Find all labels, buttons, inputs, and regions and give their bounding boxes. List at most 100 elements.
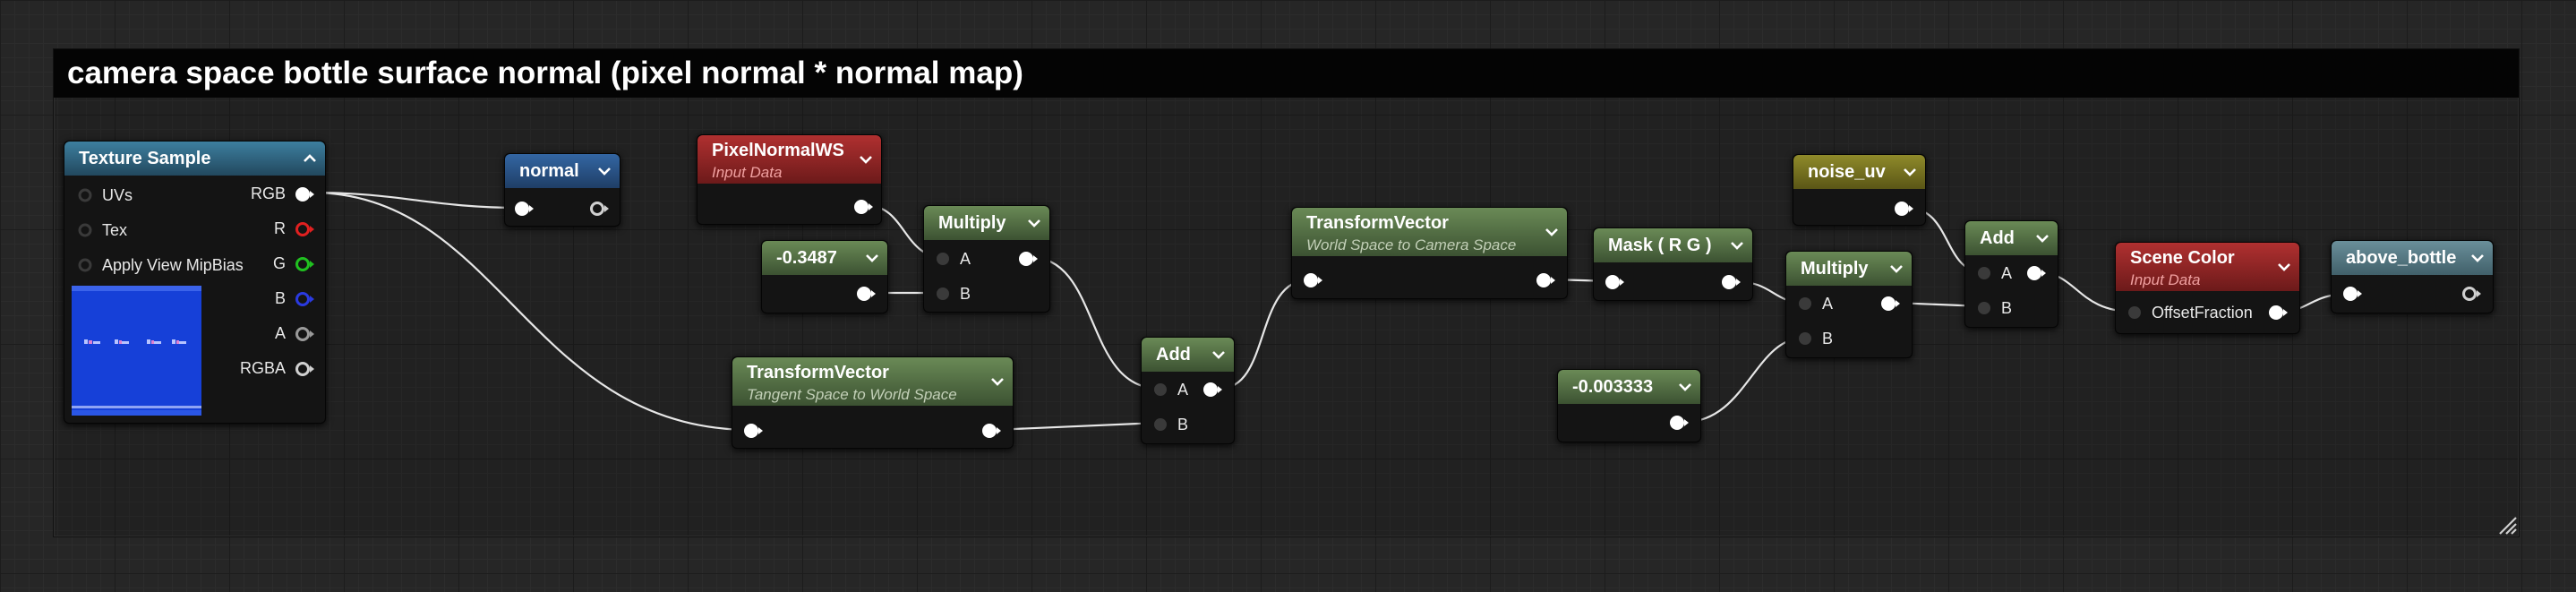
transform-camera-input-pin-icon[interactable] (1301, 270, 1324, 290)
rgba-output-label: RGBA (239, 359, 286, 377)
multiply-node[interactable]: Multiply A B (923, 205, 1050, 313)
normal-input-pin-icon[interactable] (512, 199, 535, 219)
texture-sample-header[interactable]: Texture Sample (64, 142, 325, 176)
pixel-normal-ws-header[interactable]: PixelNormalWS Input Data (697, 135, 881, 184)
normal-parameter-node[interactable]: normal (504, 153, 620, 227)
mask-output-pin-icon[interactable] (1719, 272, 1742, 292)
noise-uv-parameter-node[interactable]: noise_uv (1793, 154, 1926, 226)
component-mask-header[interactable]: Mask ( R G ) (1594, 228, 1752, 262)
pixel-normal-ws-subtitle: Input Data (712, 164, 783, 181)
rgba-output-pin-icon[interactable] (293, 359, 316, 379)
add-output-pin-icon[interactable] (2024, 263, 2048, 283)
transform-camera-output-pin-icon[interactable] (1534, 270, 1557, 290)
add-a-label: A (2001, 264, 2013, 282)
scene-color-output-pin-icon[interactable] (2266, 303, 2289, 322)
multiply-header[interactable]: Multiply (1786, 252, 1912, 286)
wire-rgb-to-transform-tangent (310, 191, 753, 432)
chevron-down-icon[interactable] (2277, 262, 2291, 272)
tex-input-label: Tex (102, 221, 128, 239)
chevron-down-icon[interactable] (2470, 253, 2485, 263)
add-a-label: A (1177, 381, 1189, 399)
chevron-down-icon[interactable] (1678, 382, 1692, 392)
offset-fraction-input-pin-icon[interactable] (2125, 303, 2144, 322)
normal-parameter-header[interactable]: normal (505, 154, 620, 188)
component-mask-node[interactable]: Mask ( R G ) (1593, 227, 1753, 301)
add-header[interactable]: Add (1965, 221, 2058, 255)
above-bottle-input-pin-icon[interactable] (2341, 284, 2364, 304)
add-a-pin-icon[interactable] (1151, 380, 1170, 399)
chevron-down-icon[interactable] (2035, 233, 2050, 244)
constant-node[interactable]: -0.003333 (1557, 369, 1701, 442)
chevron-down-icon[interactable] (865, 253, 879, 263)
above-bottle-output-pin-icon[interactable] (2460, 284, 2483, 304)
add-header[interactable]: Add (1142, 338, 1234, 372)
b-output-pin-icon[interactable] (293, 289, 316, 309)
multiply-b-pin-icon[interactable] (1795, 329, 1815, 348)
constant-output-pin-icon[interactable] (854, 284, 877, 304)
rgb-output-pin-icon[interactable] (293, 184, 316, 204)
add-node[interactable]: Add A B (1964, 220, 2058, 328)
transform-tangent-input-pin-icon[interactable] (741, 421, 765, 441)
multiply-output-pin-icon[interactable] (1016, 249, 1040, 269)
b-output-label: B (274, 289, 286, 307)
pixel-normal-output-pin-icon[interactable] (852, 197, 875, 217)
normal-map-thumbnail (72, 286, 201, 416)
g-output-pin-icon[interactable] (293, 254, 316, 274)
above-bottle-header[interactable]: above_bottle (2332, 241, 2493, 275)
chevron-down-icon[interactable] (1545, 227, 1559, 237)
multiply-header[interactable]: Multiply (924, 206, 1049, 240)
a-output-label: A (274, 324, 286, 342)
transform-vector-tangent-node[interactable]: TransformVector Tangent Space to World S… (732, 356, 1014, 449)
pixel-normal-ws-node[interactable]: PixelNormalWS Input Data (697, 134, 882, 225)
multiply-a-label: A (960, 250, 971, 268)
multiply-output-pin-icon[interactable] (1879, 294, 1902, 313)
scene-color-header[interactable]: Scene Color Input Data (2116, 243, 2299, 291)
add-b-pin-icon[interactable] (1974, 298, 1994, 318)
add-output-pin-icon[interactable] (1201, 380, 1224, 399)
noise-uv-header[interactable]: noise_uv (1793, 155, 1925, 189)
transform-vector-camera-node[interactable]: TransformVector World Space to Camera Sp… (1291, 207, 1568, 299)
normal-output-pin-icon[interactable] (587, 199, 611, 219)
multiply-a-pin-icon[interactable] (933, 249, 953, 269)
uvs-input-pin-icon[interactable] (76, 186, 94, 204)
multiply-b-pin-icon[interactable] (933, 284, 953, 304)
chevron-down-icon[interactable] (1211, 349, 1226, 360)
constant-output-pin-icon[interactable] (1667, 413, 1690, 433)
r-output-label: R (274, 219, 286, 237)
chevron-down-icon[interactable] (597, 166, 612, 176)
constant-header[interactable]: -0.003333 (1558, 370, 1700, 404)
constant-header[interactable]: -0.3487 (762, 241, 887, 275)
mask-input-pin-icon[interactable] (1603, 272, 1626, 292)
uvs-input-label: UVs (102, 186, 133, 204)
chevron-down-icon[interactable] (859, 154, 873, 165)
chevron-down-icon[interactable] (1889, 263, 1904, 274)
chevron-down-icon[interactable] (1027, 218, 1041, 228)
texture-sample-node[interactable]: Texture Sample UVs Tex Apply View MipBia… (64, 141, 326, 424)
transform-tangent-output-pin-icon[interactable] (980, 421, 1003, 441)
collapse-up-icon[interactable] (303, 153, 317, 164)
multiply-b-label: B (1822, 330, 1834, 347)
add-b-pin-icon[interactable] (1151, 415, 1170, 434)
wire-transform-tangent-to-add-b (993, 421, 1160, 432)
transform-vector-tangent-header[interactable]: TransformVector Tangent Space to World S… (732, 357, 1013, 406)
chevron-down-icon[interactable] (1903, 167, 1917, 177)
rgb-output-label: RGB (250, 184, 286, 202)
add-a-pin-icon[interactable] (1974, 263, 1994, 283)
multiply-node[interactable]: Multiply A B (1785, 251, 1913, 358)
add-b-label: B (2001, 299, 2013, 317)
multiply-a-pin-icon[interactable] (1795, 294, 1815, 313)
chevron-down-icon[interactable] (1730, 240, 1744, 251)
chevron-down-icon[interactable] (990, 376, 1005, 387)
add-node[interactable]: Add A B (1141, 337, 1235, 444)
a-output-pin-icon[interactable] (293, 324, 316, 344)
tex-input-pin-icon[interactable] (76, 221, 94, 239)
pixel-normal-ws-title: PixelNormalWS (712, 141, 844, 160)
mipbias-input-pin-icon[interactable] (76, 256, 94, 274)
above-bottle-named-reroute-node[interactable]: above_bottle (2331, 240, 2494, 313)
noise-uv-output-pin-icon[interactable] (1892, 199, 1915, 219)
scene-color-node[interactable]: Scene Color Input Data OffsetFraction (2115, 242, 2300, 334)
r-output-pin-icon[interactable] (293, 219, 316, 239)
add-b-label: B (1177, 416, 1189, 433)
constant-node[interactable]: -0.3487 (761, 240, 888, 313)
transform-vector-camera-header[interactable]: TransformVector World Space to Camera Sp… (1292, 208, 1567, 256)
